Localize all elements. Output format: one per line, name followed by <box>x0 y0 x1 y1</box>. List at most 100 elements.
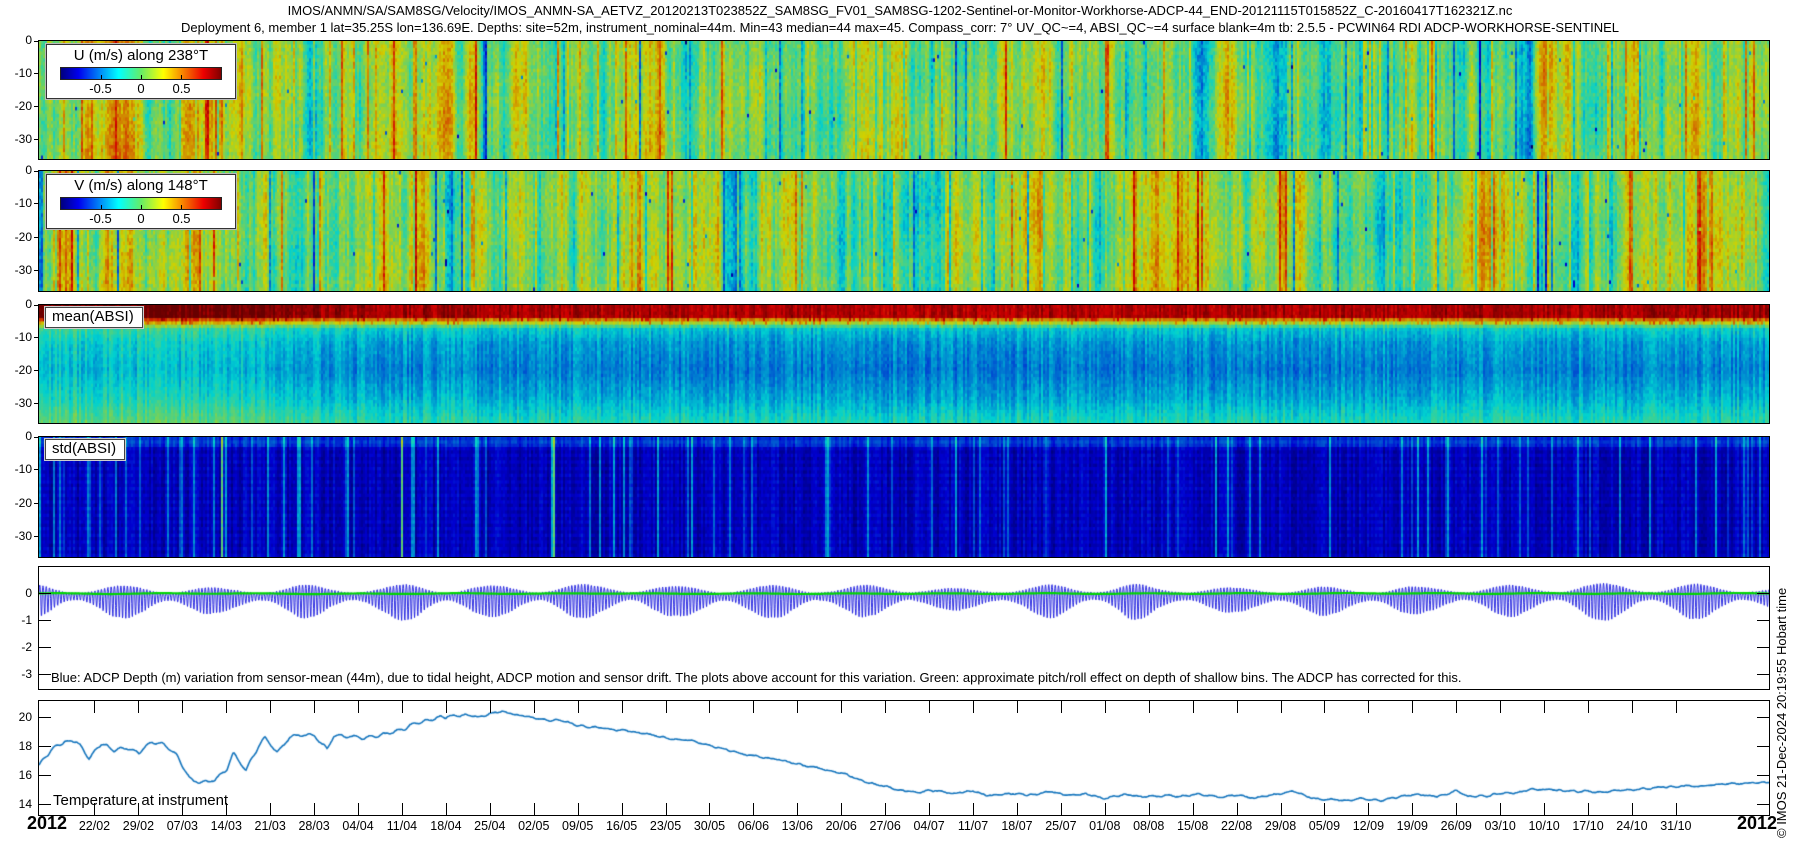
temperature-panel: Temperature at instrument <box>38 700 1770 816</box>
y-tick-mark <box>39 647 51 648</box>
y-tick-label: -10 <box>0 330 32 344</box>
y-tick-label: 0 <box>0 33 32 47</box>
adcp-figure: IMOS/ANMN/SA/SAM8SG/Velocity/IMOS_ANMN-S… <box>0 0 1800 850</box>
y-tick-mark <box>34 139 38 140</box>
x-tick-mark <box>973 803 974 815</box>
y-tick-mark <box>34 437 38 438</box>
y-tick-mark <box>1757 593 1769 594</box>
colorbar-tick-mark <box>101 205 102 209</box>
y-tick-label: -30 <box>0 132 32 146</box>
y-tick-label: -3 <box>0 667 32 681</box>
x-tick-mark <box>490 701 491 713</box>
x-tick-mark <box>1105 803 1106 815</box>
x-tick-mark <box>1237 803 1238 815</box>
depth-variation-annotation: Blue: ADCP Depth (m) variation from sens… <box>51 670 1462 685</box>
y-tick-label: -2 <box>0 640 32 654</box>
x-tick-mark <box>1105 701 1106 713</box>
x-tick-mark <box>446 803 447 815</box>
x-tick-mark <box>666 701 667 713</box>
x-tick-mark <box>753 701 754 713</box>
x-tick-mark <box>1324 803 1325 815</box>
x-tick-mark <box>1281 803 1282 815</box>
y-tick-mark <box>34 337 38 338</box>
y-tick-mark <box>34 503 38 504</box>
x-tick-mark <box>1676 701 1677 713</box>
y-tick-mark <box>34 403 38 404</box>
y-tick-mark <box>39 620 51 621</box>
colorbar-tick-label: 0.5 <box>172 211 190 226</box>
copyright-vertical-text: © IMOS 21-Dec-2024 20:19:55 Hobart time <box>1774 588 1789 838</box>
std-absi-panel: std(ABSI) <box>38 436 1770 558</box>
y-tick-label: -30 <box>0 529 32 543</box>
colorbar-tick-mark <box>181 75 182 79</box>
v-legend-title: V (m/s) along 148°T <box>47 177 235 195</box>
x-tick-mark <box>929 701 930 713</box>
y-tick-label: -20 <box>0 363 32 377</box>
u-velocity-panel: U (m/s) along 238°T -0.5 0 0.5 <box>38 40 1770 160</box>
u-velocity-heatmap <box>39 41 1769 159</box>
x-tick-mark <box>622 803 623 815</box>
y-tick-label: -1 <box>0 613 32 627</box>
y-tick-mark <box>1757 674 1769 675</box>
x-tick-mark <box>402 701 403 713</box>
x-tick-mark <box>841 803 842 815</box>
x-tick-mark <box>578 803 579 815</box>
x-tick-mark <box>270 803 271 815</box>
x-tick-mark <box>1588 803 1589 815</box>
x-tick-mark <box>94 701 95 713</box>
x-tick-mark <box>226 701 227 713</box>
v-colorbar-ticks: -0.5 0 0.5 <box>60 211 222 226</box>
mean-absi-heatmap <box>39 305 1769 423</box>
x-tick-mark <box>1588 701 1589 713</box>
x-tick-mark <box>446 701 447 713</box>
y-tick-mark <box>1757 746 1769 747</box>
y-tick-mark <box>39 775 51 776</box>
x-tick-mark <box>1149 701 1150 713</box>
y-tick-mark <box>34 469 38 470</box>
x-tick-mark <box>578 701 579 713</box>
y-tick-label: -10 <box>0 196 32 210</box>
y-tick-label: 0 <box>0 586 32 600</box>
x-tick-mark <box>1500 803 1501 815</box>
v-colorbar-legend: V (m/s) along 148°T -0.5 0 0.5 <box>46 174 236 229</box>
colorbar-tick-mark <box>181 205 182 209</box>
x-tick-mark <box>666 803 667 815</box>
x-tick-mark <box>1500 701 1501 713</box>
x-tick-mark <box>358 701 359 713</box>
u-legend-title: U (m/s) along 238°T <box>47 47 235 65</box>
colorbar-tick-mark <box>141 75 142 79</box>
y-tick-mark <box>34 370 38 371</box>
y-tick-label: -20 <box>0 496 32 510</box>
x-tick-mark <box>138 701 139 713</box>
y-tick-label: 14 <box>0 797 32 811</box>
colorbar-tick-label: 0.5 <box>172 81 190 96</box>
x-axis-year-end: 2012 <box>1737 813 1777 834</box>
v-colorbar <box>60 197 222 210</box>
x-tick-mark <box>1281 701 1282 713</box>
x-tick-label: 31/10 <box>1641 819 1711 833</box>
x-tick-mark <box>753 803 754 815</box>
colorbar-tick-mark <box>141 205 142 209</box>
mean-absi-panel: mean(ABSI) <box>38 304 1770 424</box>
y-tick-mark <box>34 305 38 306</box>
y-tick-label: 18 <box>0 739 32 753</box>
y-tick-label: 0 <box>0 297 32 311</box>
x-tick-mark <box>1017 701 1018 713</box>
y-tick-label: 0 <box>0 429 32 443</box>
y-tick-mark <box>34 237 38 238</box>
y-tick-mark <box>34 171 38 172</box>
y-tick-mark <box>34 106 38 107</box>
y-tick-label: -20 <box>0 230 32 244</box>
x-tick-mark <box>1061 701 1062 713</box>
x-tick-mark <box>841 701 842 713</box>
y-tick-mark <box>34 203 38 204</box>
y-tick-mark <box>39 593 51 594</box>
x-tick-mark <box>709 701 710 713</box>
x-tick-mark <box>1412 701 1413 713</box>
y-tick-label: -30 <box>0 396 32 410</box>
std-absi-heatmap <box>39 437 1769 557</box>
x-tick-mark <box>1017 803 1018 815</box>
y-tick-mark <box>1757 717 1769 718</box>
u-colorbar-ticks: -0.5 0 0.5 <box>60 81 222 96</box>
x-tick-mark <box>534 803 535 815</box>
